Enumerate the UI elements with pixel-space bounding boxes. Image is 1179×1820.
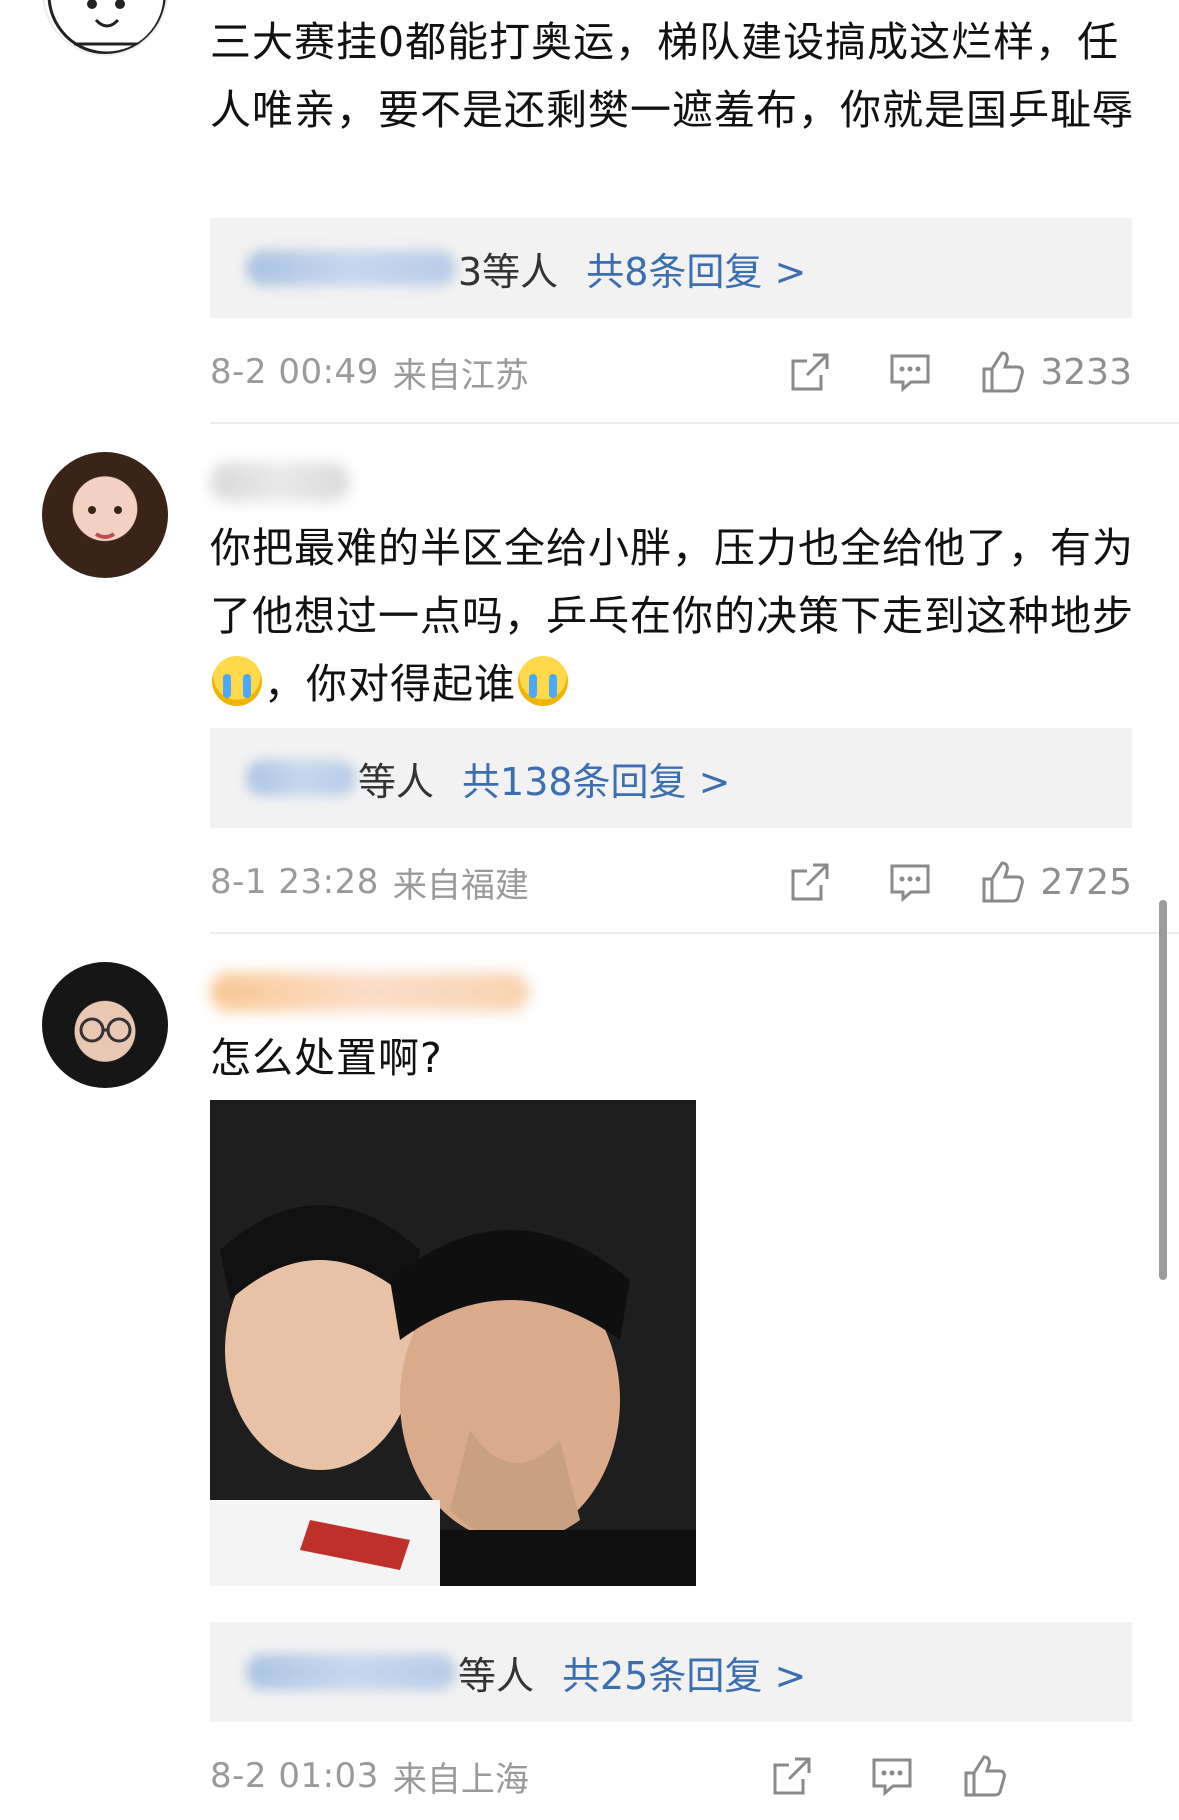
avatar[interactable] [42,0,168,56]
reply-usernames-blurred [246,760,356,796]
share-icon[interactable] [780,342,840,402]
username-blurred[interactable] [210,972,530,1012]
comment-time: 8-1 23:28 [210,862,379,902]
like-count: 3233 [1040,351,1132,393]
reply-summary[interactable]: 等人 共25条回复 > [210,1622,1132,1722]
comment-time: 8-2 00:49 [210,352,379,392]
comment-meta: 8-1 23:28 来自福建 2725 [210,852,1132,912]
view-replies-link[interactable]: 共8条回复 > [586,241,806,296]
avatar[interactable] [42,962,168,1088]
comment-actions [722,1746,1132,1806]
comment-image[interactable] [210,1100,696,1586]
comment-actions: 2725 [740,852,1132,912]
comment-meta: 8-2 00:49 来自江苏 3233 [210,342,1132,402]
scrollbar[interactable] [1159,900,1167,1280]
reply-usernames-blurred [246,250,456,286]
comment-meta: 8-2 01:03 来自上海 [210,1746,1132,1806]
comment-actions: 3233 [740,342,1132,402]
view-replies-link[interactable]: 共25条回复 > [562,1645,806,1700]
like-button[interactable]: 3233 [980,349,1132,395]
like-button[interactable]: 2725 [980,859,1132,905]
username-blurred[interactable] [210,462,350,502]
comment-icon[interactable] [880,852,940,912]
comment-location: 来自江苏 [392,355,529,396]
comment-text: 你把最难的半区全给小胖，压力也全给他了，有为了他想过一点吗，乒乓在你的决策下走到… [210,514,1140,718]
reply-suffix: 等人 [458,1653,535,1698]
comment-text: 三大赛挂0都能打奥运，梯队建设搞成这烂样，任人唯亲，要不是还剩樊一遮羞布，你就是… [210,18,1134,134]
avatar[interactable] [42,452,168,578]
divider [210,422,1179,424]
thumbs-up-icon [982,861,1025,903]
crying-face-emoji [518,656,568,706]
reply-suffix: 3等人 [458,249,559,294]
comment-icon[interactable] [880,342,940,402]
comment-icon[interactable] [862,1746,922,1806]
view-replies-link[interactable]: 共138条回复 > [462,751,730,806]
divider [210,932,1179,934]
reply-summary[interactable]: 3等人 共8条回复 > [210,218,1132,318]
share-icon[interactable] [762,1746,822,1806]
reply-suffix: 等人 [358,759,435,804]
comment-text: 怎么处置啊? [210,1034,443,1082]
reply-usernames-blurred [246,1654,456,1690]
share-icon[interactable] [780,852,840,912]
comment-location: 来自上海 [392,1759,529,1800]
reply-summary[interactable]: 等人 共138条回复 > [210,728,1132,828]
comment-location: 来自福建 [392,865,529,906]
like-count: 2725 [1040,861,1132,903]
like-button[interactable] [962,1753,1132,1799]
comment-text-part: 你把最难的半区全给小胖，压力也全给他了，有为了他想过一点吗，乒乓在你的决策下走到… [210,524,1134,640]
thumbs-up-icon [982,351,1025,393]
comment-text-part: ，你对得起谁 [264,660,516,708]
thumbs-up-icon [964,1755,1006,1797]
crying-face-emoji [212,656,262,706]
comment-time: 8-2 01:03 [210,1756,379,1796]
